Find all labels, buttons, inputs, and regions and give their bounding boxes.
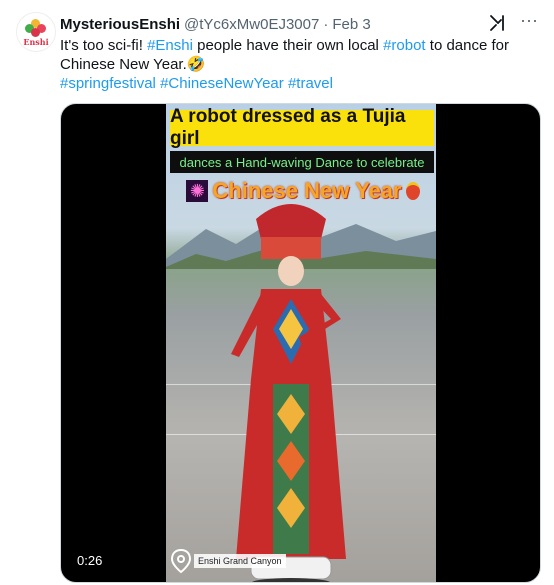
tweet-header: MysteriousEnshi @tYc6xMw0EJ3007 · Feb 3 … (60, 10, 538, 34)
video-player[interactable]: A robot dressed as a Tujia girl dances a… (60, 103, 541, 583)
avatar[interactable]: Enshi (16, 12, 56, 52)
video-subtitle-banner: dances a Hand-waving Dance to celebrate (170, 151, 434, 173)
avatar-logo-text: Enshi (23, 36, 49, 47)
video-title-banner: A robot dressed as a Tujia girl (170, 106, 434, 149)
more-icon[interactable]: ··· (520, 10, 538, 31)
robot-dancer-figure (231, 204, 346, 582)
hashtag-line: #springfestival #ChineseNewYear #travel (60, 74, 536, 93)
firework-icon: ✺ (186, 180, 209, 202)
headline-row: ✺ Chinese New Year (172, 176, 434, 206)
location-pin-icon (170, 548, 192, 574)
hashtag-enshi[interactable]: #Enshi (147, 37, 193, 54)
flower-logo-icon (25, 18, 47, 37)
tweet-text-middle: people have their own local (192, 37, 384, 54)
tweet-date[interactable]: Feb 3 (332, 16, 370, 33)
headline-text: Chinese New Year (212, 178, 402, 203)
tweet-text: It's too sci-fi! #Enshi people have thei… (60, 36, 536, 93)
tweet-text-start: It's too sci-fi! (60, 37, 148, 54)
tweet-body: It's too sci-fi! #Enshi people have thei… (60, 36, 536, 74)
laughing-emoji-icon: 🤣 (186, 56, 206, 73)
grok-icon[interactable] (488, 13, 508, 33)
hashtag-robot[interactable]: #robot (383, 37, 426, 54)
user-handle[interactable]: @tYc6xMw0EJ3007 (184, 16, 319, 33)
hashtag-travel[interactable]: #travel (288, 75, 333, 92)
lantern-icon (405, 182, 420, 200)
video-timestamp: 0:26 (71, 551, 109, 570)
display-name[interactable]: MysteriousEnshi (60, 16, 180, 33)
hashtag-chinesenewyear[interactable]: #ChineseNewYear (160, 75, 284, 92)
separator-dot: · (323, 15, 329, 33)
video-frame: A robot dressed as a Tujia girl dances a… (166, 104, 436, 582)
location-label: Enshi Grand Canyon (194, 554, 286, 568)
location-tag: Enshi Grand Canyon (170, 548, 286, 574)
hashtag-springfestival[interactable]: #springfestival (60, 75, 156, 92)
